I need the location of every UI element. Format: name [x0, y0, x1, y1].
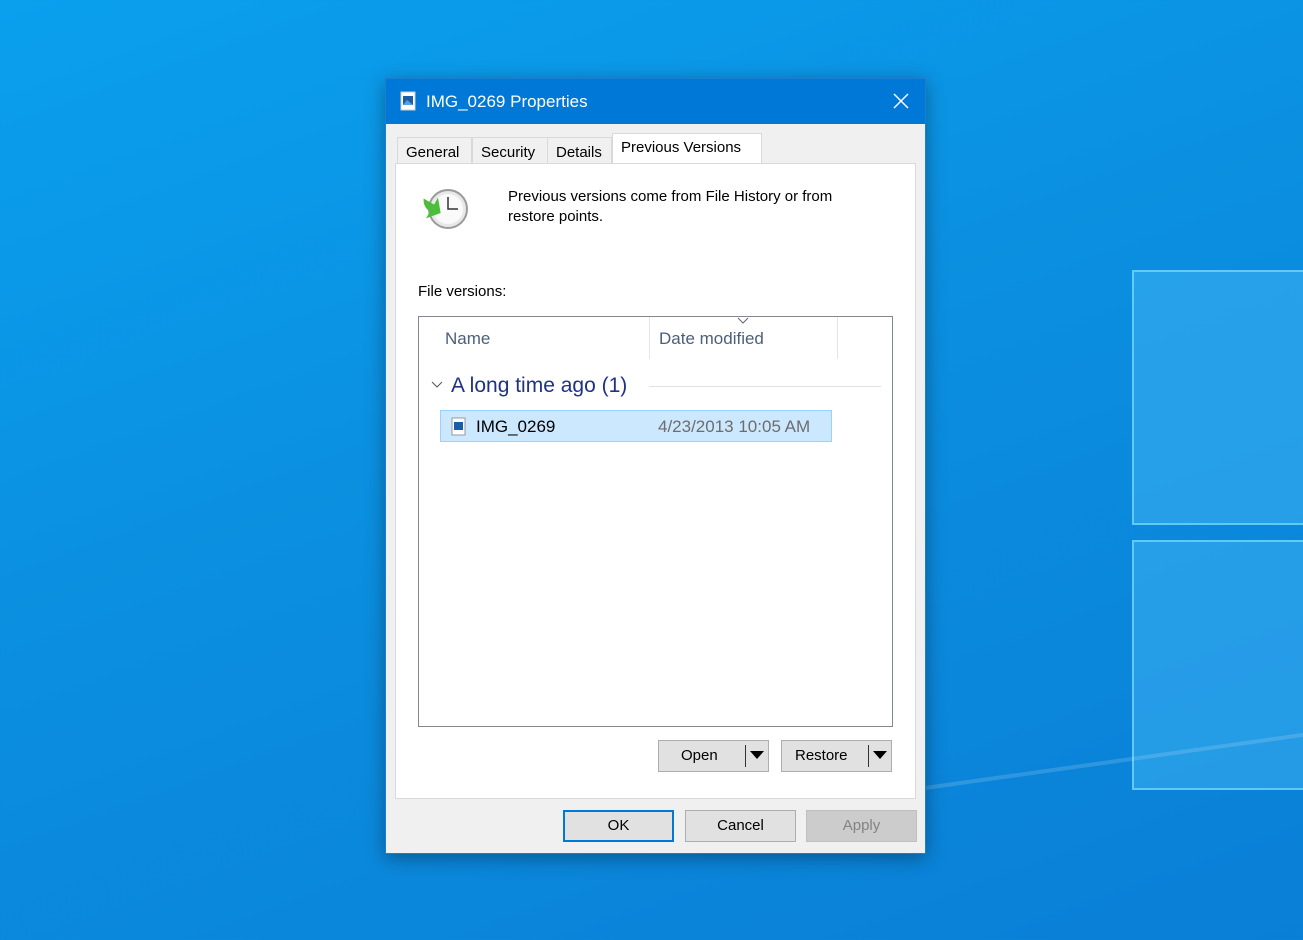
info-text-line2: restore points.: [508, 208, 604, 225]
item-name: IMG_0269: [476, 417, 556, 436]
window-title: IMG_0269 Properties: [426, 92, 588, 111]
file-versions-label: File versions:: [418, 283, 507, 300]
open-label: Open: [681, 747, 718, 764]
restore-clock-icon: [423, 189, 468, 229]
column-header-name[interactable]: Name: [445, 329, 490, 349]
sort-descending-icon: [737, 317, 749, 324]
close-icon[interactable]: [893, 93, 909, 109]
windows-logo-pane: [1132, 270, 1303, 525]
tab-previous-versions[interactable]: Previous Versions: [612, 133, 762, 163]
restore-label: Restore: [795, 747, 848, 764]
info-text-line1: Previous versions come from File History…: [508, 188, 833, 205]
tab-security[interactable]: Security: [472, 137, 548, 163]
restore-button[interactable]: Restore: [781, 740, 892, 772]
title-bar: IMG_0269 Properties: [386, 79, 925, 124]
dropdown-arrow-icon[interactable]: [873, 751, 887, 760]
item-date-modified: 4/23/2013 10:05 AM: [658, 417, 811, 436]
column-header-date-modified[interactable]: Date modified: [659, 329, 764, 349]
properties-dialog: IMG_0269 Properties General Security Det…: [385, 78, 926, 854]
ok-button[interactable]: OK: [563, 810, 674, 842]
open-button[interactable]: Open: [658, 740, 769, 772]
previous-versions-panel: Previous versions come from File History…: [395, 163, 916, 799]
image-file-icon: [451, 417, 466, 436]
tab-details[interactable]: Details: [547, 137, 612, 163]
tab-general[interactable]: General: [397, 137, 472, 163]
apply-button[interactable]: Apply: [806, 810, 917, 842]
chevron-down-icon[interactable]: [431, 381, 443, 389]
image-file-icon: [400, 91, 416, 111]
file-versions-list[interactable]: Name Date modified A long time ago (1) I…: [418, 316, 893, 727]
list-item[interactable]: IMG_0269 4/23/2013 10:05 AM: [440, 410, 832, 442]
cancel-button[interactable]: Cancel: [685, 810, 796, 842]
dropdown-arrow-icon[interactable]: [750, 751, 764, 760]
group-header[interactable]: A long time ago (1): [451, 374, 627, 398]
